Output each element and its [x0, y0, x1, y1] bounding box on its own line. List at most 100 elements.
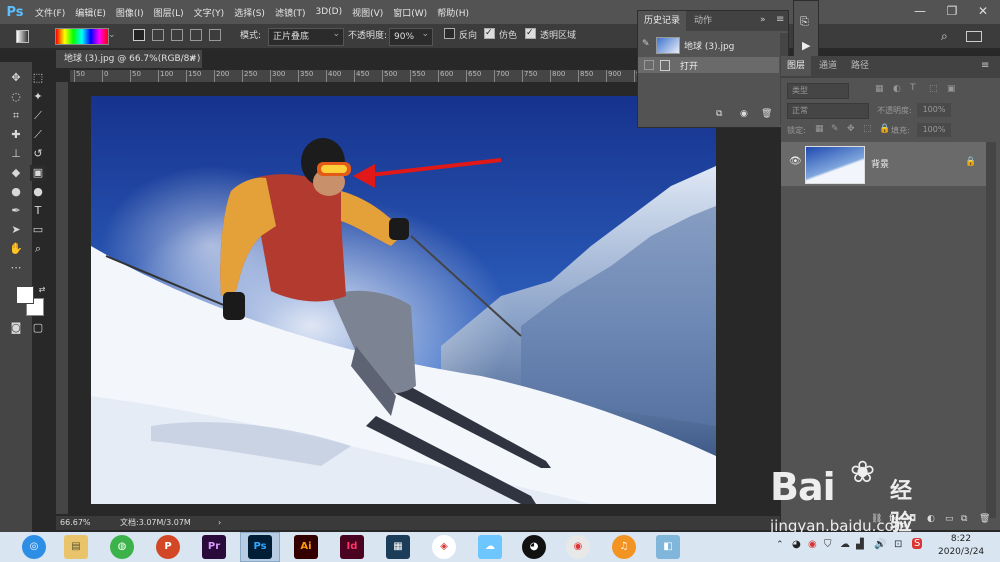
menu-layer[interactable]: 图层(L)	[149, 6, 189, 19]
quick-mask-icon[interactable]: ◙	[8, 320, 24, 336]
layers-menu-icon[interactable]: ≡	[981, 60, 989, 71]
volume-icon[interactable]: 🔊	[874, 539, 886, 550]
filter-adjustment-icon[interactable]: ◐	[893, 84, 901, 94]
delete-layer-icon[interactable]: 🗑	[979, 514, 990, 524]
music-app-icon[interactable]: ♫	[612, 535, 636, 559]
history-brush-icon[interactable]: ↺	[30, 146, 46, 162]
eyedropper-icon[interactable]: ⟋	[30, 108, 46, 124]
layer-lock-icon[interactable]: 🔒	[965, 157, 976, 167]
layer-name[interactable]: 背景	[871, 157, 889, 170]
layer-filter-select[interactable]: 类型	[787, 83, 849, 99]
camera-icon[interactable]: ◉	[740, 109, 748, 119]
linear-gradient-icon[interactable]	[133, 29, 145, 41]
filter-shape-icon[interactable]: ⬚	[929, 84, 938, 94]
transparency-checkbox[interactable]: 透明区域	[525, 25, 576, 44]
menu-edit[interactable]: 编辑(E)	[70, 6, 111, 19]
tab-paths[interactable]: 路径	[845, 56, 875, 76]
workspace-icon[interactable]	[966, 31, 982, 42]
close-document-icon[interactable]: ×	[188, 50, 196, 68]
adjustment-layer-icon[interactable]: ◐	[927, 514, 935, 524]
visibility-eye-icon[interactable]: 👁	[789, 156, 802, 167]
blur-tool-icon[interactable]: ●	[8, 184, 24, 200]
diamond-gradient-icon[interactable]	[209, 29, 221, 41]
tray-app-icon[interactable]: ◉	[808, 539, 817, 550]
close-window-button[interactable]: ✕	[968, 0, 998, 24]
tool-preset-icon[interactable]	[16, 30, 29, 43]
history-panel-icon[interactable]: ⎘	[800, 15, 809, 29]
move-tool-icon[interactable]: ✥	[8, 70, 24, 86]
more-tools-icon[interactable]: ⋯	[8, 260, 24, 276]
browser-icon[interactable]: ◎	[22, 535, 46, 559]
skier-photo[interactable]	[91, 96, 716, 504]
maximize-button[interactable]: ❐	[937, 0, 967, 24]
qq-icon[interactable]: ◕	[522, 535, 546, 559]
new-group-icon[interactable]: ▭	[945, 514, 954, 524]
new-document-from-state-icon[interactable]: ⧉	[716, 109, 722, 119]
trash-icon[interactable]: 🗑	[761, 109, 772, 119]
clock-date[interactable]: 2020/3/24	[938, 547, 984, 557]
premiere-icon[interactable]: Pr	[202, 535, 226, 559]
layer-row[interactable]: 👁 背景 🔒	[781, 142, 986, 186]
reflected-gradient-icon[interactable]	[190, 29, 202, 41]
wechat-icon[interactable]: ◍	[110, 535, 134, 559]
tab-channels[interactable]: 通道	[813, 56, 843, 76]
chrome-icon[interactable]: ◉	[566, 535, 590, 559]
lasso-tool-icon[interactable]: ◌	[8, 89, 24, 105]
actions-panel-icon[interactable]: ▶	[802, 39, 810, 52]
filter-pixel-icon[interactable]: ▦	[875, 84, 884, 94]
network-icon[interactable]: ▟	[856, 539, 864, 550]
panel-menu-icon[interactable]: ≡	[776, 14, 784, 25]
hand-tool-icon[interactable]: ✋	[8, 241, 24, 257]
menu-view[interactable]: 视图(V)	[347, 6, 388, 19]
zoom-level[interactable]: 66.67%	[60, 516, 91, 530]
history-brush-source-icon[interactable]: ✎	[642, 39, 653, 50]
pen-tool-icon[interactable]: ✒	[8, 203, 24, 219]
tray-shield-icon[interactable]: ⛉	[824, 539, 832, 550]
menu-help[interactable]: 帮助(H)	[432, 6, 474, 19]
clone-stamp-icon[interactable]: ⊥	[8, 146, 24, 162]
history-step-row[interactable]: 打开	[638, 57, 779, 73]
tab-history[interactable]: 历史记录	[638, 11, 687, 31]
marquee-tool-icon[interactable]: ⬚	[30, 70, 46, 86]
snapshot-name[interactable]: 地球 (3).jpg	[684, 39, 734, 52]
eraser-tool-icon[interactable]: ◆	[8, 165, 24, 181]
menu-3d[interactable]: 3D(D)	[310, 7, 347, 17]
tray-expand-icon[interactable]: ⌃	[776, 540, 784, 550]
mode-select[interactable]: 正片叠底	[268, 26, 344, 46]
gradient-preview[interactable]	[55, 28, 109, 45]
search-icon[interactable]: ⌕	[941, 28, 948, 44]
blend-mode-select[interactable]: 正常	[787, 103, 869, 119]
snapshot-thumbnail[interactable]	[656, 37, 680, 54]
reverse-checkbox[interactable]: 反向	[444, 28, 477, 44]
video-editor-icon[interactable]: ▦	[386, 535, 410, 559]
opacity-input[interactable]: 90%	[389, 26, 433, 46]
filter-smart-object-icon[interactable]: ▣	[947, 84, 956, 94]
input-method-icon[interactable]: ⊡	[894, 539, 902, 550]
lock-position-icon[interactable]: ✥	[847, 124, 855, 134]
illustrator-icon[interactable]: Ai	[294, 535, 318, 559]
lock-artboard-icon[interactable]: ⬚	[863, 124, 872, 134]
layers-scrollbar[interactable]	[986, 142, 996, 518]
tray-cloud-icon[interactable]: ☁	[840, 539, 850, 550]
indesign-icon[interactable]: Id	[340, 535, 364, 559]
angle-gradient-icon[interactable]	[171, 29, 183, 41]
type-tool-icon[interactable]: T	[30, 203, 46, 219]
new-layer-icon[interactable]: ⧉	[961, 514, 967, 524]
clock-time[interactable]: 8:22	[946, 534, 976, 544]
collapse-panel-icon[interactable]: »	[760, 15, 766, 25]
file-explorer-icon[interactable]: ▤	[64, 535, 88, 559]
menu-select[interactable]: 选择(S)	[229, 6, 270, 19]
notes-app-icon[interactable]: ◧	[656, 535, 680, 559]
minimize-button[interactable]: —	[905, 0, 935, 24]
lock-brush-icon[interactable]: ✎	[831, 124, 839, 134]
dither-checkbox[interactable]: 仿色	[484, 25, 517, 44]
gradient-dropdown-icon[interactable]: ⌄	[108, 28, 118, 43]
lock-pixels-icon[interactable]: ▦	[815, 124, 824, 134]
menu-image[interactable]: 图像(I)	[111, 6, 149, 19]
healing-brush-icon[interactable]: ✚	[8, 127, 24, 143]
photoshop-icon[interactable]: Ps	[248, 535, 272, 559]
menu-file[interactable]: 文件(F)	[30, 6, 70, 19]
powerpoint-icon[interactable]: P	[156, 535, 180, 559]
swap-colors-icon[interactable]: ⇄	[34, 282, 50, 298]
history-step-checkbox[interactable]	[644, 60, 654, 70]
